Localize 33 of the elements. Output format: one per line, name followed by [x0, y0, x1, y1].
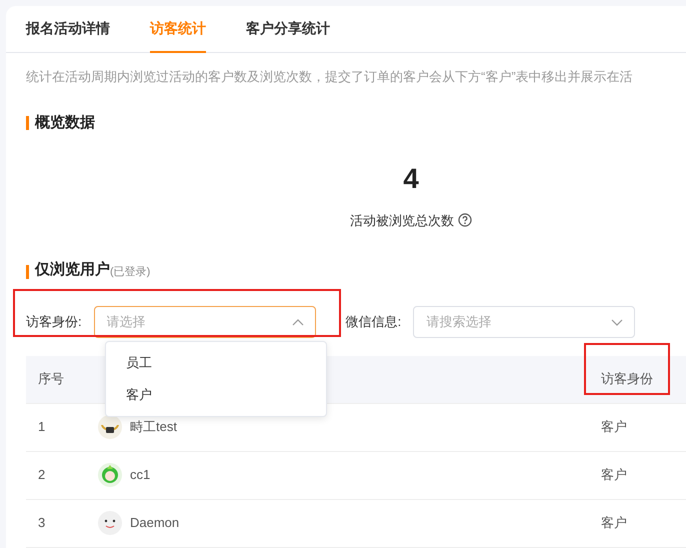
table-cell-text: 2	[37, 466, 46, 484]
tab[interactable]: 报名活动详情	[26, 6, 110, 53]
avatar	[98, 415, 122, 439]
table-cell-text: 客户	[600, 514, 627, 532]
dropdown-option[interactable]: 客户	[106, 379, 326, 411]
column-header: 访客身份	[600, 370, 653, 388]
table-cell-text: 3	[37, 514, 46, 532]
section-marker	[26, 264, 29, 278]
section-title: 仅浏览用户	[35, 260, 110, 280]
tab[interactable]: 客户分享统计	[246, 6, 330, 53]
chevron-down-icon	[611, 318, 624, 326]
table-cell-text: 1	[37, 418, 46, 436]
table-cell-text: 客户	[600, 466, 627, 484]
avatar	[98, 463, 122, 487]
select-field[interactable]: 请选择	[94, 306, 316, 338]
section-marker	[26, 116, 29, 130]
filter-label: 访客身份:	[26, 312, 82, 331]
column-header: 序号	[37, 370, 65, 388]
table-cell-text: cc1	[130, 466, 150, 484]
section-note: (已登录)	[110, 265, 150, 280]
section-title: 概览数据	[35, 113, 95, 133]
table-cell-text: 畤工test	[130, 418, 177, 436]
avatar	[98, 511, 122, 535]
filter-label: 微信信息:	[346, 312, 402, 331]
description-text: 统计在活动周期内浏览过活动的客户数及浏览次数，提交了订单的客户会从下方“客户”表中移出并展示在活	[26, 68, 634, 86]
stat-label: 活动被浏览总次数	[350, 212, 454, 230]
chevron-up-icon	[292, 318, 304, 326]
dropdown-option[interactable]: 员工	[106, 347, 326, 379]
table-cell-text: Daemon	[130, 514, 180, 532]
table-cell-text: 客户	[600, 418, 627, 436]
stat-value: 4	[403, 162, 419, 196]
help-icon[interactable]	[458, 213, 472, 228]
select-field[interactable]: 请搜索选择	[413, 306, 636, 338]
